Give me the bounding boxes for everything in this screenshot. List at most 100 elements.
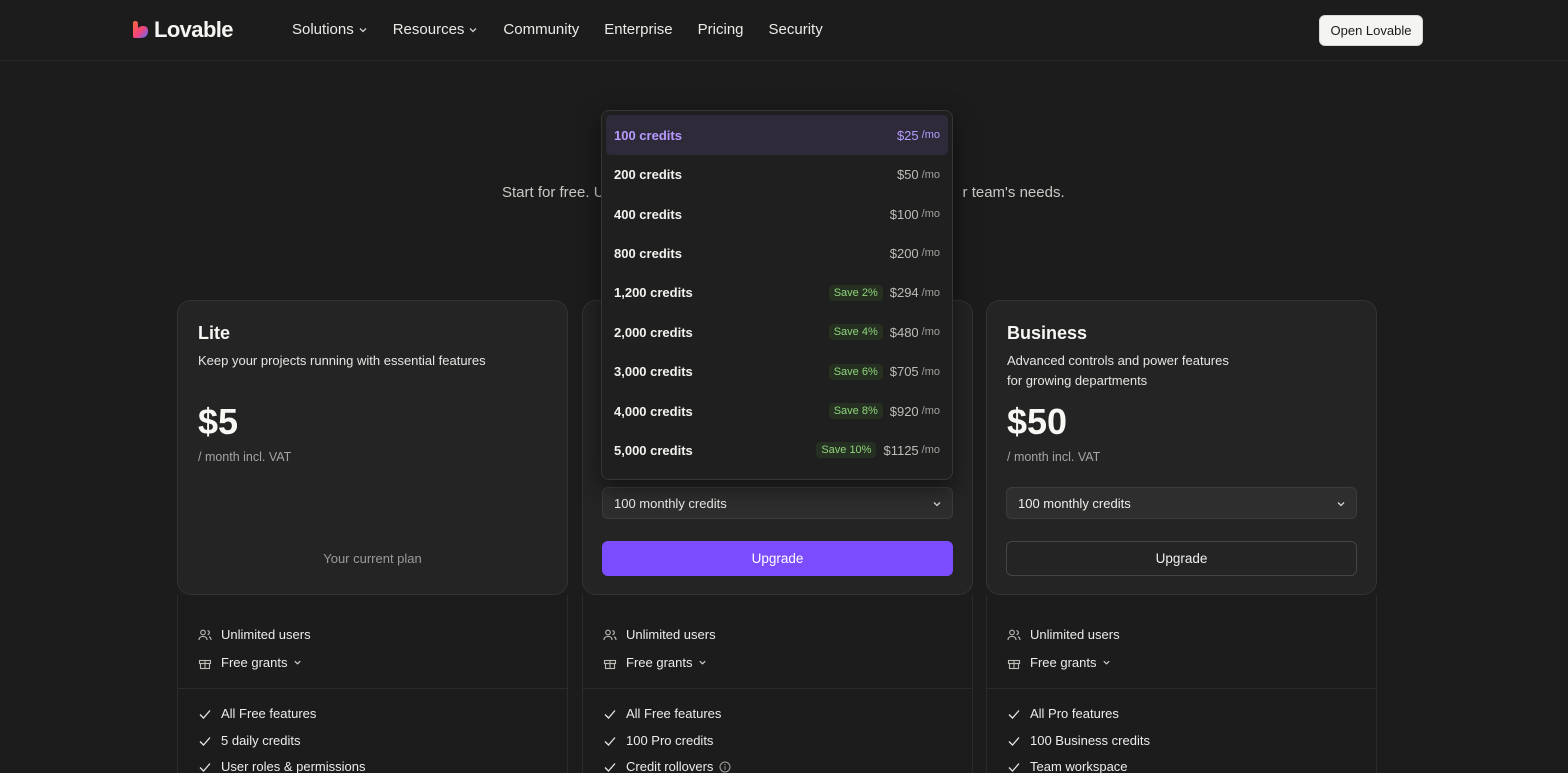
feature-item: All Free features: [198, 706, 316, 721]
credits-option[interactable]: 5,000 credits Save 10% $1125/mo: [606, 431, 948, 470]
nav-enterprise[interactable]: Enterprise: [604, 21, 672, 38]
feature-label: User roles & permissions: [221, 759, 366, 773]
nav-label: Security: [768, 21, 823, 38]
check-icon: [604, 736, 616, 746]
chevron-down-icon: [359, 27, 367, 32]
feature-label: Unlimited users: [221, 627, 311, 642]
option-per: /mo: [921, 286, 940, 299]
upgrade-button[interactable]: Upgrade: [602, 541, 953, 576]
credits-option[interactable]: 3,000 credits Save 6% $705/mo: [606, 352, 948, 391]
feature-label: Unlimited users: [626, 627, 716, 642]
divider: [178, 688, 567, 689]
upgrade-button[interactable]: Upgrade: [1006, 541, 1357, 576]
nav-label: Enterprise: [604, 21, 673, 38]
feature-label: 100 Pro credits: [626, 733, 714, 748]
feature-item: Credit rollovers: [603, 759, 731, 773]
feature-item: 100 Pro credits: [603, 733, 713, 748]
option-label: 400 credits: [614, 206, 682, 222]
gift-icon: [603, 659, 617, 669]
option-label: 3,000 credits: [614, 364, 693, 380]
credits-option[interactable]: 4,000 credits Save 8% $920/mo: [606, 391, 948, 430]
top-navigation: Lovable Solutions Resources Community En…: [0, 0, 1568, 61]
open-lovable-button[interactable]: Open Lovable: [1319, 15, 1423, 46]
check-icon: [199, 709, 211, 719]
feature-list-pro: Unlimited users Free grants All Free fea…: [582, 595, 973, 773]
option-per: /mo: [921, 326, 940, 339]
feature-item: 5 daily credits: [198, 733, 300, 748]
chevron-down-icon: [1337, 502, 1345, 507]
plan-title: Business: [1007, 323, 1088, 343]
check-icon: [1008, 736, 1020, 746]
credits-option[interactable]: 1,200 credits Save 2% $294/mo: [606, 273, 948, 312]
plan-description: Keep your projects running with essentia…: [198, 353, 486, 368]
chevron-down-icon: [933, 502, 941, 507]
option-price: $294: [889, 285, 919, 301]
nav-label: Community: [503, 21, 580, 38]
option-per: /mo: [921, 208, 940, 221]
users-icon: [603, 629, 617, 640]
option-label: 1,200 credits: [614, 285, 693, 301]
credits-option[interactable]: 200 credits $50/mo: [606, 155, 948, 194]
subtitle-left: Start for free. U: [502, 184, 605, 201]
chevron-down-icon: [294, 660, 302, 665]
nav-community[interactable]: Community: [503, 21, 579, 38]
plan-price-sub: / month incl. VAT: [1007, 450, 1101, 464]
chevron-down-icon: [699, 660, 707, 665]
credits-option[interactable]: 400 credits $100/mo: [606, 194, 948, 233]
check-icon: [199, 762, 211, 772]
option-per: /mo: [921, 129, 940, 141]
nav-resources[interactable]: Resources: [393, 21, 479, 38]
option-price: $200: [889, 245, 919, 261]
credits-select[interactable]: 100 monthly credits: [602, 487, 953, 519]
nav-label: Pricing: [697, 21, 744, 38]
option-price: $25: [896, 127, 919, 143]
plan-price-sub: / month incl. VAT: [198, 450, 292, 464]
credits-option[interactable]: 2,000 credits Save 4% $480/mo: [606, 313, 948, 352]
nav-security[interactable]: Security: [769, 21, 823, 38]
credits-option[interactable]: 100 credits $25/mo: [606, 115, 948, 155]
option-label: 4,000 credits: [614, 403, 693, 419]
save-badge: Save 2%: [828, 284, 883, 301]
option-per: /mo: [921, 365, 940, 378]
credits-dropdown-menu: 100 credits $25/mo 200 credits $50/mo 40…: [601, 110, 953, 480]
feature-free-grants[interactable]: Free grants: [1007, 655, 1111, 670]
plan-title: Lite: [198, 323, 231, 343]
option-per: /mo: [921, 444, 940, 457]
feature-unlimited-users: Unlimited users: [198, 627, 311, 642]
plan-price: $50: [1007, 401, 1068, 442]
users-icon: [1007, 629, 1021, 640]
logo[interactable]: Lovable: [130, 17, 234, 43]
gift-icon: [198, 659, 212, 669]
nav-label: Solutions: [292, 21, 354, 38]
plan-price: $5: [198, 401, 239, 442]
option-price: $705: [889, 364, 919, 380]
feature-label: Free grants: [221, 655, 288, 670]
plan-card-lite: Lite Keep your projects running with ess…: [177, 300, 568, 595]
info-icon[interactable]: [719, 761, 731, 773]
feature-free-grants[interactable]: Free grants: [198, 655, 302, 670]
divider: [583, 688, 972, 689]
subtitle-right: r team's needs.: [962, 184, 1065, 201]
chevron-down-icon: [1103, 660, 1111, 665]
feature-list-business: Unlimited users Free grants All Pro feat…: [986, 595, 1377, 773]
credits-select-value: 100 monthly credits: [1018, 495, 1131, 511]
option-price: $50: [896, 167, 919, 183]
plan-card-business: Business Advanced controls and power fea…: [986, 300, 1377, 595]
option-label: 5,000 credits: [614, 442, 693, 458]
credits-option[interactable]: 800 credits $200/mo: [606, 234, 948, 273]
feature-item: All Free features: [603, 706, 721, 721]
save-badge: Save 8%: [828, 403, 883, 420]
option-per: /mo: [921, 405, 940, 418]
lovable-logo-icon: [133, 21, 148, 38]
credits-select[interactable]: 100 monthly credits: [1006, 487, 1357, 519]
feature-unlimited-users: Unlimited users: [603, 627, 716, 642]
feature-label: Credit rollovers: [626, 759, 714, 773]
nav-pricing[interactable]: Pricing: [698, 21, 744, 38]
divider: [987, 688, 1376, 689]
feature-label: 5 daily credits: [221, 733, 301, 748]
chevron-down-icon: [469, 27, 477, 32]
nav-solutions[interactable]: Solutions: [292, 21, 368, 38]
feature-label: All Free features: [221, 706, 317, 721]
check-icon: [199, 736, 211, 746]
feature-free-grants[interactable]: Free grants: [603, 655, 707, 670]
